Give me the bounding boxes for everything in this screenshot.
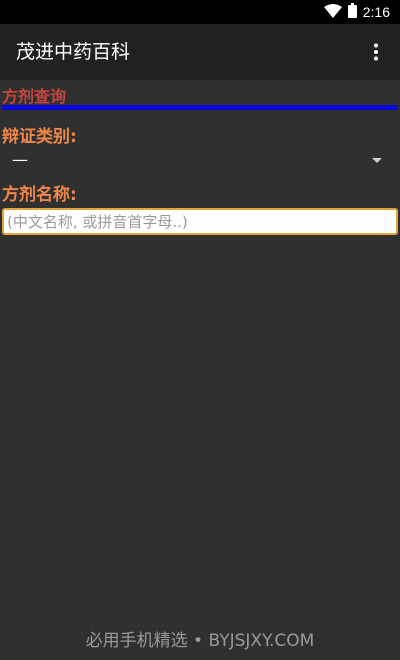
app-title: 茂进中药百科 <box>16 41 131 63</box>
status-icons: 2:16 <box>323 0 390 24</box>
status-time: 2:16 <box>362 4 390 20</box>
status-bar: 2:16 <box>0 0 400 24</box>
category-selected-value: — <box>12 150 28 169</box>
more-vert-icon <box>374 43 378 61</box>
category-label: 辩证类别: <box>2 127 77 147</box>
watermark: 必用手机精选 • BYJSJXY.COM <box>85 631 315 651</box>
dropdown-arrow-icon <box>372 158 382 163</box>
category-spinner[interactable]: — <box>0 146 400 178</box>
section-label: 方剂查询 <box>2 87 67 106</box>
app-bar: 茂进中药百科 <box>0 24 400 80</box>
section-divider <box>2 105 398 110</box>
overflow-menu-button[interactable] <box>364 40 388 64</box>
formula-name-label: 方剂名称: <box>2 185 77 205</box>
wifi-icon <box>323 3 342 22</box>
battery-icon <box>347 2 357 22</box>
formula-name-input[interactable] <box>2 208 398 235</box>
